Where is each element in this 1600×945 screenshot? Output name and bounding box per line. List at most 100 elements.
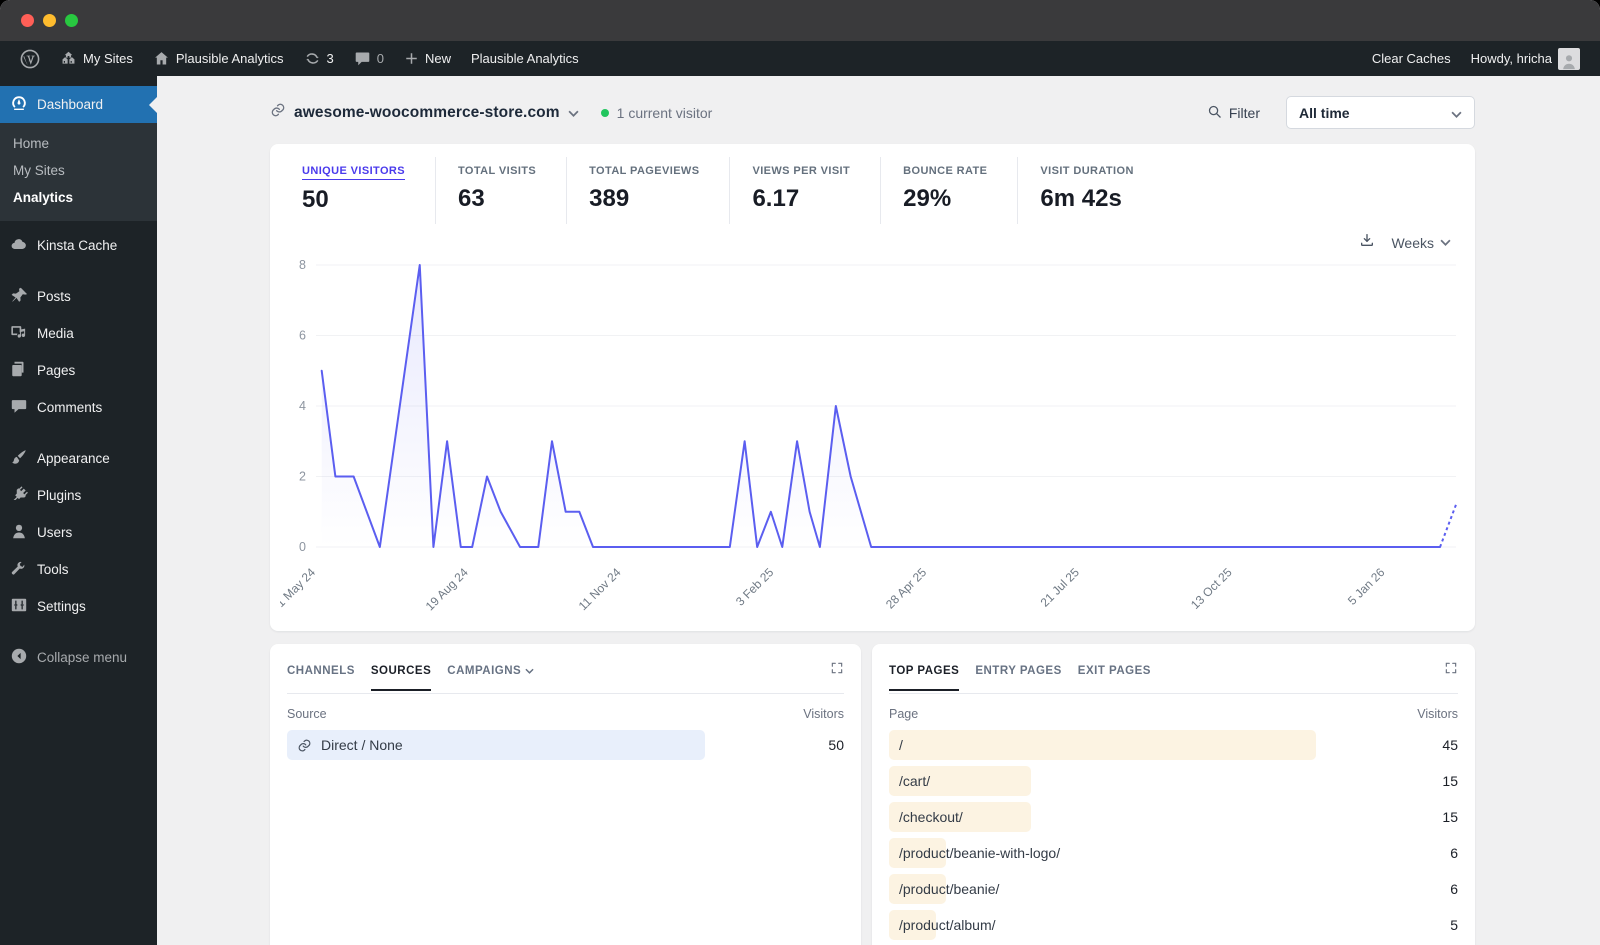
stat-unique-visitors[interactable]: UNIQUE VISITORS 50: [280, 157, 436, 224]
app-window: My Sites Plausible Analytics 3 0 New Pla…: [0, 0, 1600, 945]
row-label: /product/album/: [899, 917, 996, 933]
comments-icon: [10, 397, 28, 418]
sidebar-item-users[interactable]: Users: [0, 514, 157, 551]
site-menu[interactable]: Plausible Analytics: [143, 41, 294, 76]
plug-icon: [10, 485, 28, 506]
chevron-down-icon[interactable]: [568, 104, 579, 122]
site-name-label: Plausible Analytics: [175, 51, 284, 66]
value-bar: [889, 730, 1316, 760]
table-row[interactable]: / 45: [889, 730, 1458, 760]
updates-menu[interactable]: 3: [294, 41, 344, 76]
minimize-window-button[interactable]: [43, 14, 56, 27]
svg-text:13 Oct 25: 13 Oct 25: [1188, 565, 1235, 612]
sidebar-item-plugins[interactable]: Plugins: [0, 477, 157, 514]
sidebar-item-analytics[interactable]: Analytics: [0, 184, 157, 211]
link-icon: [270, 102, 286, 123]
expand-icon[interactable]: [830, 661, 844, 680]
dashboard-submenu: Home My Sites Analytics: [0, 123, 157, 221]
howdy-label: Howdy, hricha: [1470, 51, 1552, 66]
chevron-down-icon: [1451, 105, 1462, 121]
table-row[interactable]: /cart/15: [889, 766, 1458, 796]
plus-icon: [404, 51, 419, 66]
network-sites-icon: [60, 50, 77, 67]
collapse-menu-button[interactable]: Collapse menu: [0, 639, 157, 676]
tab-exit-pages[interactable]: EXIT PAGES: [1078, 665, 1151, 677]
settings-sliders-icon: [10, 596, 28, 617]
live-visitors-dot: [600, 108, 609, 117]
tab-top-pages[interactable]: TOP PAGES: [889, 665, 960, 691]
table-row[interactable]: /product/album/5: [889, 910, 1458, 940]
interval-select[interactable]: Weeks: [1391, 235, 1451, 251]
tab-channels[interactable]: CHANNELS: [287, 665, 355, 677]
close-window-button[interactable]: [21, 14, 34, 27]
comments-menu[interactable]: 0: [344, 41, 394, 76]
collapse-arrow-icon: [10, 647, 28, 668]
svg-text:28 Apr 25: 28 Apr 25: [883, 565, 929, 611]
sidebar-item-home[interactable]: Home: [0, 130, 157, 157]
pages-key-header: Page: [889, 707, 919, 721]
wrench-icon: [10, 559, 28, 580]
table-row[interactable]: /checkout/15: [889, 802, 1458, 832]
sidebar-item-posts[interactable]: Posts: [0, 278, 157, 315]
sources-panel: CHANNELS SOURCES CAMPAIGNS Source Visito…: [270, 644, 861, 945]
site-domain-selector[interactable]: awesome-woocommerce-store.com: [294, 104, 560, 122]
row-label: Direct / None: [287, 737, 403, 753]
svg-text:31 May 24: 31 May 24: [280, 565, 318, 615]
zoom-window-button[interactable]: [65, 14, 78, 27]
row-label: /product/beanie-with-logo/: [899, 845, 1061, 861]
download-export-icon[interactable]: [1359, 232, 1375, 253]
stat-total-visits[interactable]: TOTAL VISITS 63: [436, 157, 568, 224]
new-content-menu[interactable]: New: [394, 41, 461, 76]
wp-admin-bar: My Sites Plausible Analytics 3 0 New Pla…: [0, 41, 1600, 76]
updates-icon: [304, 50, 321, 67]
my-sites-menu[interactable]: My Sites: [50, 41, 143, 76]
stat-total-pageviews[interactable]: TOTAL PAGEVIEWS 389: [567, 157, 731, 224]
tab-campaigns[interactable]: CAMPAIGNS: [447, 665, 534, 677]
sidebar-item-pages[interactable]: Pages: [0, 352, 157, 389]
paintbrush-icon: [10, 448, 28, 469]
table-row[interactable]: /product/beanie/6: [889, 874, 1458, 904]
stat-views-per-visit[interactable]: VIEWS PER VISIT 6.17: [730, 157, 882, 224]
svg-text:0: 0: [299, 540, 306, 554]
date-range-select[interactable]: All time: [1286, 96, 1475, 129]
clear-caches-button[interactable]: Clear Caches: [1362, 41, 1461, 76]
plausible-adminbar-link[interactable]: Plausible Analytics: [461, 41, 589, 76]
expand-icon[interactable]: [1444, 661, 1458, 680]
comments-count: 0: [376, 51, 384, 66]
visitors-line-chart[interactable]: 0 2 4 6 8 31 May 24 19 Aug 24 11 Nov 24 3 Feb 25…: [280, 255, 1465, 627]
wordpress-logo-icon: [20, 49, 40, 69]
sidebar-item-tools[interactable]: Tools: [0, 551, 157, 588]
tab-entry-pages[interactable]: ENTRY PAGES: [975, 665, 1061, 677]
svg-text:5 Jan 26: 5 Jan 26: [1345, 565, 1388, 608]
pushpin-icon: [10, 286, 28, 307]
table-row[interactable]: /product/beanie-with-logo/6: [889, 838, 1458, 868]
row-value: 5: [1450, 917, 1458, 933]
pages-panel: TOP PAGES ENTRY PAGES EXIT PAGES Page Vi…: [872, 644, 1475, 945]
sidebar-item-kinsta-cache[interactable]: Kinsta Cache: [0, 227, 157, 264]
analytics-chart-card: UNIQUE VISITORS 50 TOTAL VISITS 63 TOTAL…: [270, 144, 1475, 631]
sidebar-item-label: Dashboard: [37, 97, 104, 112]
row-value: 6: [1450, 845, 1458, 861]
svg-text:8: 8: [299, 258, 306, 272]
row-value: 6: [1450, 881, 1458, 897]
search-icon: [1207, 104, 1222, 122]
stat-visit-duration[interactable]: VISIT DURATION 6m 42s: [1018, 157, 1163, 224]
account-menu[interactable]: Howdy, hricha: [1461, 41, 1590, 76]
sidebar-item-media[interactable]: Media: [0, 315, 157, 352]
tab-sources[interactable]: SOURCES: [370, 665, 432, 691]
stat-bounce-rate[interactable]: BOUNCE RATE 29%: [881, 157, 1019, 224]
sidebar-item-dashboard[interactable]: Dashboard: [0, 86, 157, 123]
row-label: /product/beanie/: [899, 881, 1000, 897]
svg-text:21 Jul 25: 21 Jul 25: [1038, 565, 1083, 610]
sidebar-item-settings[interactable]: Settings: [0, 588, 157, 625]
current-visitors-label: 1 current visitor: [616, 104, 713, 121]
cloud-icon: [10, 235, 28, 256]
table-row[interactable]: Direct / None 50: [287, 730, 844, 760]
svg-text:6: 6: [299, 329, 306, 343]
sidebar-item-appearance[interactable]: Appearance: [0, 440, 157, 477]
filter-button[interactable]: Filter: [1207, 104, 1260, 122]
sidebar-item-comments[interactable]: Comments: [0, 389, 157, 426]
wp-logo-menu[interactable]: [10, 41, 50, 76]
row-value: 15: [1442, 773, 1458, 789]
sidebar-item-my-sites[interactable]: My Sites: [0, 157, 157, 184]
